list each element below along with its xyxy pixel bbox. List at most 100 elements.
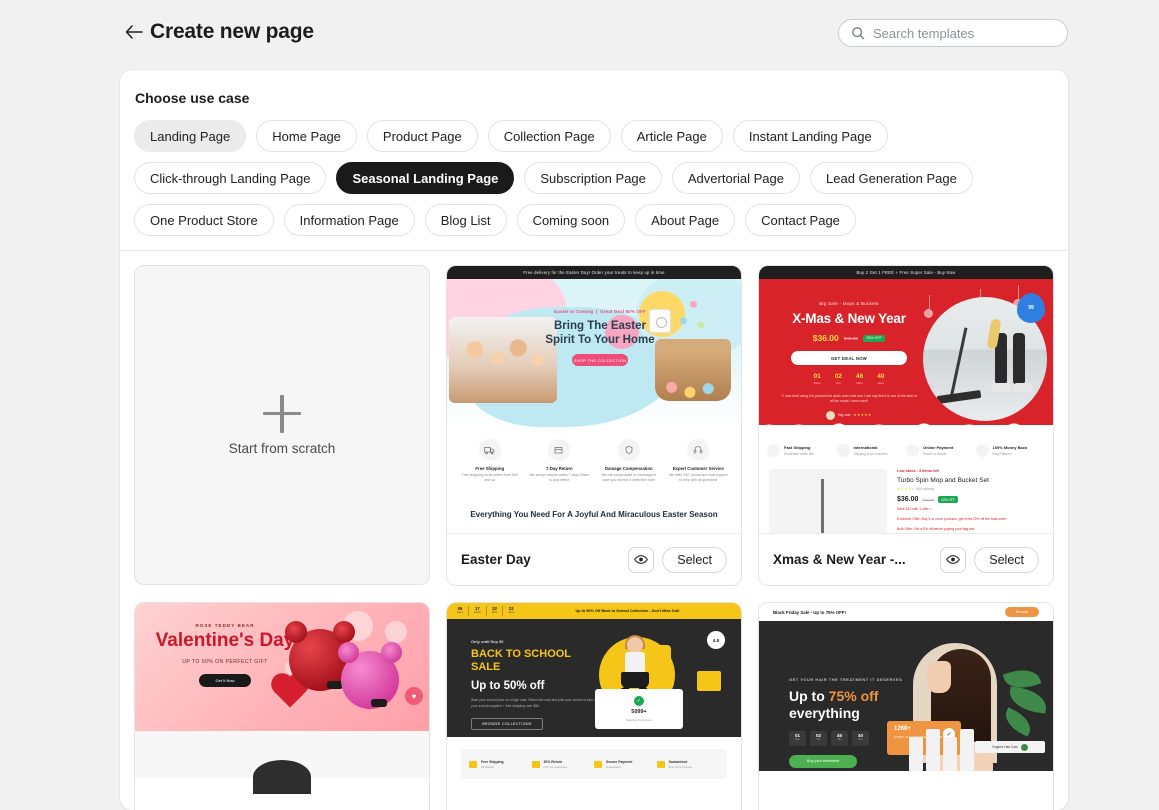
chip-advertorial-page[interactable]: Advertorial Page — [671, 162, 801, 194]
announcement-text: Up to 50% Off Back to School Collection … — [575, 609, 680, 613]
chip-lead-generation-page[interactable]: Lead Generation Page — [810, 162, 973, 194]
feature-title: Guaranteed — [668, 759, 688, 764]
feature-desc: Shipping to all countries — [853, 451, 888, 456]
notebook-image — [697, 671, 721, 691]
thumb-feature-item: Damage Compensation We will compensate o… — [594, 439, 664, 497]
thumb-feature-item: Online Payment Secure & simple — [906, 444, 976, 457]
thumb-cta-button: Get It Now — [199, 673, 251, 687]
thumb-feature-item: 100% Money Back Easy Returns — [975, 444, 1046, 457]
thumb-feature-item: Free Shipping Free shipping on all order… — [455, 439, 525, 497]
thumb-hero: ♥ ROSE TEDDY BEAR Valentine's Day UP TO … — [135, 603, 429, 731]
refund-icon — [975, 444, 989, 457]
headline-part-2: everything — [789, 704, 860, 721]
feature-desc: We will compensate or exchange in case y… — [601, 473, 657, 482]
thumb-feature-item: Fast Shipping Worldwide within 48h — [767, 444, 837, 457]
countdown-label: Days — [457, 611, 463, 614]
headline-part-1: Up to — [789, 688, 829, 704]
stock-badge: Low stock - 3 items left — [897, 469, 939, 473]
thumb-features: Free Shipping Free shipping on all order… — [447, 427, 741, 497]
select-button[interactable]: Select — [662, 546, 727, 573]
chip-click-through-landing-page[interactable]: Click-through Landing Page — [134, 162, 327, 194]
thumb-features: Free Shipping Worldwide 30% Return Full Li… — [461, 749, 727, 779]
chip-seasonal-landing-page[interactable]: Seasonal Landing Page — [336, 162, 515, 194]
template-card-xmas-new-year[interactable]: Buy 2 Get 1 FREE + Free Super Sale - Buy… — [758, 265, 1054, 586]
start-from-scratch-card[interactable]: Start from scratch — [134, 265, 430, 585]
thumb-hero: GET YOUR HAIR THE TREATMENT IT DESERVES … — [759, 621, 1053, 771]
preview-button[interactable] — [628, 546, 655, 573]
leaf-icon — [1020, 743, 1028, 751]
back-button[interactable] — [124, 22, 144, 42]
chip-information-page[interactable]: Information Page — [283, 204, 415, 236]
select-button[interactable]: Select — [974, 546, 1039, 573]
stats-number: 5099+ — [631, 709, 647, 715]
chip-about-page[interactable]: About Page — [635, 204, 736, 236]
countdown-label: Hrs — [836, 381, 841, 385]
chip-landing-page[interactable]: Landing Page — [134, 120, 247, 152]
chip-instant-landing-page[interactable]: Instant Landing Page — [732, 120, 888, 152]
product-old-price: $48.00 — [922, 497, 935, 502]
use-case-section: Choose use case Landing Page Home Page P… — [120, 70, 1068, 250]
chip-blog-list[interactable]: Blog List — [424, 204, 507, 236]
template-card-valentines-day[interactable]: ♥ ROSE TEDDY BEAR Valentine's Day UP TO … — [134, 602, 430, 810]
chip-home-page[interactable]: Home Page — [256, 120, 357, 152]
search-templates-box[interactable] — [838, 19, 1068, 47]
thumb-feature-item: 30% Return Full Life Guarantee — [531, 760, 595, 769]
pink-teddy-bear — [338, 642, 402, 709]
countdown-label: Mins — [491, 611, 498, 614]
thumb-announcement-bar: Black Friday Sale - Up to 75% OFF! Brows… — [759, 603, 1053, 621]
thumb-kicker: GET YOUR HAIR THE TREATMENT IT DESERVES — [789, 677, 903, 682]
chip-row: Landing Page Home Page Product Page Coll… — [134, 120, 1054, 152]
chip-collection-page[interactable]: Collection Page — [487, 120, 611, 152]
announcement-text: Black Friday Sale - Up to 75% OFF! — [773, 609, 846, 615]
thumb-subheadline: Up to 50% off — [471, 679, 545, 692]
headset-icon — [687, 439, 710, 461]
templates-panel: Choose use case Landing Page Home Page P… — [120, 70, 1068, 810]
thumb-cta-button: Buy your treatment — [789, 754, 857, 768]
thumb-countdown: 06 Days 17 Hours 32 Mins 22 Secs — [457, 606, 514, 616]
thumb-kicker: Only until Sep 30 — [471, 639, 504, 644]
search-input[interactable] — [873, 25, 1055, 41]
thumb-feature-item: 7-Day Return We accept returns within 7 … — [525, 439, 595, 497]
feature-title: Secure Payment — [606, 759, 633, 764]
thumb-feature-item: International Shipping to all countries — [836, 444, 907, 457]
chip-article-page[interactable]: Article Page — [620, 120, 723, 152]
thumb-announcement-bar: Free delivery for the Easter Day! Order … — [447, 266, 741, 279]
templates-grid: Start from scratch Free delivery for the… — [120, 251, 1068, 810]
template-card-back-to-school[interactable]: 06 Days 17 Hours 32 Mins 22 Secs Up to 50% O… — [446, 602, 742, 810]
thumb-kicker-left: Easter Is Coming — [554, 309, 594, 314]
template-thumbnail-valentines-day: ♥ ROSE TEDDY BEAR Valentine's Day UP TO … — [135, 603, 429, 810]
chip-contact-page[interactable]: Contact Page — [745, 204, 856, 236]
feature-title: 100% Money Back — [992, 445, 1028, 451]
countdown-label: Sec — [858, 737, 863, 741]
template-card-black-friday[interactable]: Black Friday Sale - Up to 75% OFF! Brows… — [758, 602, 1054, 810]
chip-subscription-page[interactable]: Subscription Page — [524, 162, 662, 194]
template-card-easter-day[interactable]: Free delivery for the Easter Day! Order … — [446, 265, 742, 586]
feature-title: International — [853, 445, 878, 451]
use-case-chip-list: Landing Page Home Page Product Page Coll… — [134, 120, 1054, 236]
chip-one-product-store[interactable]: One Product Store — [134, 204, 274, 236]
thumb-headline: Valentine's Day — [155, 630, 295, 651]
page-header: Create new page — [0, 0, 1159, 65]
arrow-left-icon — [125, 25, 143, 39]
chip-coming-soon[interactable]: Coming soon — [516, 204, 626, 236]
preview-button[interactable] — [940, 546, 967, 573]
template-card-footer: Easter Day Select — [447, 533, 741, 585]
thumb-subtext: UP TO 50% ON PERFECT GIFT — [182, 658, 268, 665]
thumb-product-section: Low stock - 3 items left Turbo Spin Mop … — [759, 457, 1053, 533]
water-drop-badge: 99 — [1017, 293, 1045, 323]
thumb-kicker-right: Great Deal 50% OFF — [600, 309, 646, 314]
template-thumbnail-xmas-new-year: Buy 2 Get 1 FREE + Free Super Sale - Buy… — [759, 266, 1053, 533]
feature-desc: Worldwide within 48h — [784, 451, 815, 456]
template-thumbnail-back-to-school: 06 Days 17 Hours 32 Mins 22 Secs Up to 50% O… — [447, 603, 741, 810]
ribbon-text: Organic Hair Care — [992, 745, 1018, 749]
thumb-feature-item: Guaranteed Best Price Promise — [656, 759, 720, 769]
chip-row: One Product Store Information Page Blog … — [134, 204, 1054, 236]
thumb-kicker: ROSE TEDDY BEAR — [195, 623, 255, 628]
template-thumbnail-black-friday: Black Friday Sale - Up to 75% OFF! Brows… — [759, 603, 1053, 810]
countdown-label: Hours — [473, 611, 481, 614]
stats-card: ✓ 5099+ Satisfied Customers — [595, 689, 683, 729]
offer-text: Bulk Offer: Get a 5% off before paying y… — [897, 527, 975, 531]
chip-product-page[interactable]: Product Page — [366, 120, 478, 152]
thumb-countdown: 01 Days 02 Hrs 46 Mins 40 Secs — [773, 373, 925, 385]
return-box-icon — [548, 439, 571, 461]
